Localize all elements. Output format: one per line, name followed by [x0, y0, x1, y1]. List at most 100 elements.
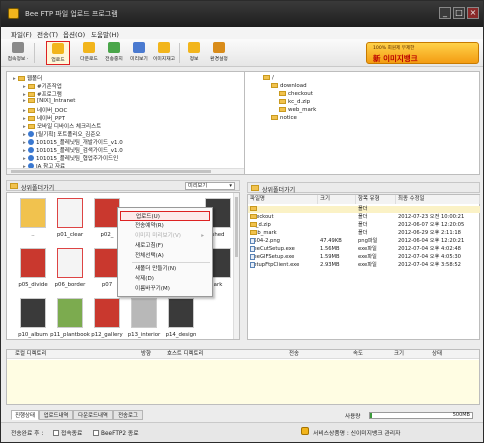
tree-item[interactable]: ▸ [NIX]_Intranet	[23, 98, 75, 105]
remote-folder-tree[interactable]: / download checkout kc_d.zip web_mark notice	[244, 71, 480, 175]
menu-item-label: 새폴더 만들기(N)	[135, 266, 177, 272]
download-button[interactable]: 다운로드	[77, 41, 101, 65]
toolbar: 접속정보 · 업로드 다운로드 전송중지 미리보기 이미지재고 정보 환경설정 …	[1, 39, 483, 67]
queue-col-host[interactable]: 호스트 디렉토리	[167, 350, 203, 359]
remote-tree-item[interactable]: checkout	[279, 91, 313, 98]
parent-folder-icon[interactable]	[10, 183, 18, 189]
stop-transfer-button[interactable]: 전송중지	[102, 41, 126, 65]
file-icon	[250, 246, 255, 252]
tree-item[interactable]: ▸ [릴기획] 포트폴리오_김준오	[23, 130, 100, 138]
folder-icon	[28, 124, 35, 129]
tree-item[interactable]: ▸ 웹폴더	[13, 74, 42, 82]
vertical-scrollbar[interactable]	[233, 193, 239, 339]
column-header-type[interactable]: 항목 유형	[356, 195, 396, 204]
tree-item[interactable]: ▸ 101015_플레닛팀_검색가이드_v1.0	[23, 146, 123, 154]
checkbox-icon	[93, 430, 99, 436]
table-row[interactable]: SetupFtpClient.exe 2.93MB exe파일 2012-07-04 …	[248, 262, 480, 269]
info-button[interactable]: 정보	[182, 41, 206, 65]
tree-item[interactable]: ▸ #프로그램	[23, 90, 62, 98]
title-bar[interactable]: Bee FTP 파일 업로드 프로그램 _ □ ×	[1, 1, 483, 27]
tree-item[interactable]: ▸ 101015_플레닛팀_개발가이드_v1.0	[23, 138, 123, 146]
context-menu-item[interactable]: 전송예약(R)	[120, 221, 210, 231]
context-menu-item[interactable]: 전체선택(A)	[120, 251, 210, 261]
after-transfer-label: 전송완료 후 :	[11, 431, 44, 437]
queue-col-speed[interactable]: 속도	[353, 350, 363, 359]
queue-col-direction[interactable]: 방향	[141, 350, 151, 359]
tree-item[interactable]: ▸ #기존작업	[23, 82, 62, 90]
toolbar-separator	[34, 43, 35, 63]
context-menu-item: 이미지 미리보기(V) ▸	[120, 231, 210, 241]
toolbar-separator	[179, 43, 180, 63]
horizontal-scrollbar[interactable]	[7, 168, 261, 174]
queue-col-size[interactable]: 크기	[394, 350, 404, 359]
remote-tree-item[interactable]: web_mark	[279, 107, 316, 114]
column-header-name[interactable]: 파일명	[248, 195, 318, 204]
menu-options[interactable]: 옵션(O)	[63, 29, 85, 39]
queue-col-transfer[interactable]: 전송	[289, 350, 299, 359]
file-name-cell: ..	[250, 206, 257, 213]
file-type-cell: 폴더	[358, 206, 368, 212]
table-row[interactable]: checkout 폴더 2012-07-23 오전 10:00:21	[248, 214, 480, 221]
remote-tree-item[interactable]: download	[271, 83, 307, 90]
connect-info-button[interactable]: 접속정보 ·	[6, 41, 30, 65]
view-mode-select[interactable]: 미리보기 ▾	[185, 182, 235, 190]
context-menu-item[interactable]: 삭제(D)	[120, 274, 210, 284]
table-row[interactable]: kc_d.zip 폴더 2012-06-07 오후 12:20:05	[248, 222, 480, 229]
file-type-cell: png파일	[358, 238, 378, 244]
image-folder-icon	[158, 42, 170, 53]
parent-folder-link[interactable]: 상위폴더가기	[21, 183, 54, 192]
image-reload-button[interactable]: 이미지재고	[152, 41, 176, 65]
table-row[interactable]: web_mark 폴더 2012-06-29 오후 2:11:18	[248, 230, 480, 237]
table-row[interactable]: BeeCutSetup.exe 1.56MB exe파일 2012-07-04 오후 …	[248, 246, 480, 253]
tab-progress[interactable]: 진행상태	[11, 410, 39, 420]
menu-help[interactable]: 도움말(H)	[91, 29, 119, 39]
remote-file-list[interactable]: 파일명 크기 항목 유형 최종 수정일 .. 폴더 checkout 폴더 2012-0…	[247, 194, 480, 340]
context-menu-item[interactable]: 새폴더 만들기(N)	[120, 264, 210, 274]
local-folder-tree[interactable]: ▸ 웹폴더 ▸ #기존작업 ▸ #프로그램 ▸ [NIX]_Intranet ▸ 네이버_DOC ▸…	[6, 71, 268, 175]
tree-item[interactable]: ▸ 네이버_DOC	[23, 106, 67, 114]
exit-checkbox[interactable]: BeeFTP2 종료	[93, 428, 139, 437]
service-icon	[301, 427, 309, 435]
remote-tree-item[interactable]: /	[263, 75, 274, 82]
disconnect-checkbox[interactable]: 접속종료	[53, 428, 82, 437]
usage-progress-fill	[370, 413, 373, 418]
file-name-cell: BeeGIFSetup.exe	[250, 254, 294, 261]
queue-col-local[interactable]: 로컬 디렉토리	[15, 350, 46, 359]
minimize-button[interactable]: _	[439, 7, 451, 19]
folder-icon	[263, 75, 270, 80]
tab-download-history[interactable]: 다운로드내역	[73, 410, 113, 420]
tab-upload-history[interactable]: 업로드내역	[39, 410, 73, 420]
table-row[interactable]: BeeGIFSetup.exe 1.59MB exe파일 2012-07-04 오후 …	[248, 254, 480, 261]
image-thumbnail	[57, 248, 83, 278]
close-button[interactable]: ×	[467, 7, 479, 19]
remote-tree-item[interactable]: notice	[271, 115, 297, 122]
menu-item-label: 전체선택(A)	[135, 253, 164, 259]
transfer-queue[interactable]: 로컬 디렉토리 방향 호스트 디렉토리 전송 속도 크기 상태	[6, 349, 480, 405]
browser-file-icon	[28, 131, 34, 137]
table-row[interactable]: 0604-2.png 47.49KB png파일 2012-06-04 오후 12:2…	[248, 238, 480, 245]
maximize-button[interactable]: □	[453, 7, 465, 19]
column-header-size[interactable]: 크기	[318, 195, 356, 204]
table-row[interactable]: .. 폴더	[248, 206, 480, 213]
thumbnail-item[interactable]: p14_design	[159, 295, 203, 347]
tree-item[interactable]: ▸ 네이버_PPT	[23, 114, 65, 122]
folder-icon	[28, 108, 35, 113]
chevron-down-icon: ▾	[229, 183, 232, 189]
parent-folder-icon[interactable]	[251, 185, 259, 191]
upload-button[interactable]: 업로드	[46, 41, 70, 65]
context-menu-item[interactable]: 새로고침(F)	[120, 241, 210, 251]
menu-transfer[interactable]: 전송(T)	[37, 29, 58, 39]
column-header-date[interactable]: 최종 수정일	[396, 195, 480, 204]
settings-button[interactable]: 환경설정	[207, 41, 231, 65]
tab-transfer-log[interactable]: 전송로그	[113, 410, 143, 420]
parent-folder-link[interactable]: 상위폴더가기	[262, 185, 295, 194]
menu-file[interactable]: 파일(F)	[11, 29, 32, 39]
tree-item[interactable]: ▸ 101015_플레닛팀_협업주가이드인	[23, 154, 118, 162]
preview-button[interactable]: 미리보기	[127, 41, 151, 65]
tree-item[interactable]: ▸ 모바일 디바이스 체크리스트	[23, 122, 101, 130]
queue-col-status[interactable]: 상태	[432, 350, 442, 359]
context-menu-item[interactable]: 이름바꾸기(M)	[120, 284, 210, 294]
context-menu-item[interactable]: 업로드(U)	[120, 211, 210, 221]
remote-tree-item[interactable]: kc_d.zip	[279, 99, 310, 106]
image-bank-banner[interactable]: 100% 회원제 무제한 新 이미지뱅크	[366, 42, 479, 64]
